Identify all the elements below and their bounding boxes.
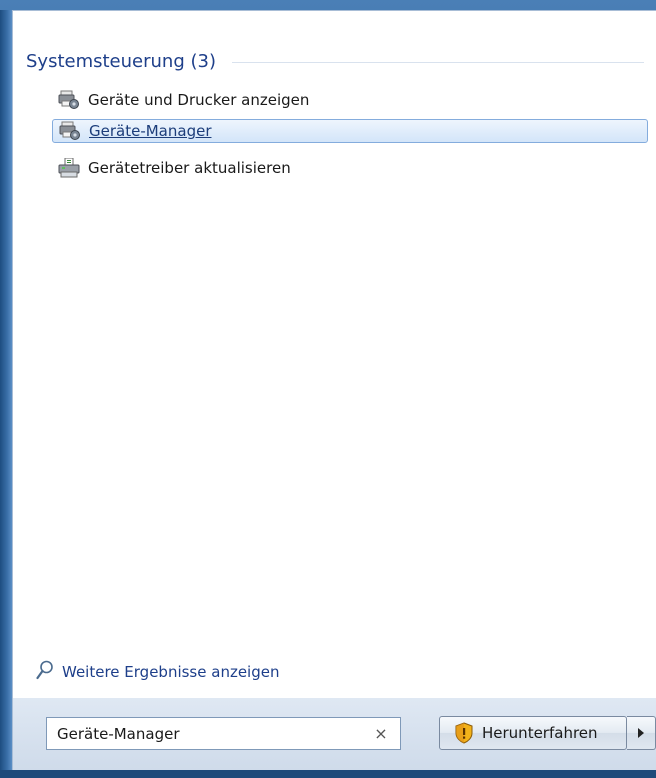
- arrow-right-icon: [637, 728, 645, 738]
- shutdown-button[interactable]: Herunterfahren: [439, 716, 627, 750]
- clear-icon[interactable]: ×: [366, 719, 396, 749]
- driver-update-icon: [58, 157, 80, 178]
- result-label: Geräte-Manager: [89, 122, 212, 140]
- shutdown-options-button[interactable]: [627, 716, 656, 750]
- search-input[interactable]: [47, 718, 366, 749]
- section-divider: [231, 61, 644, 63]
- search-box: ×: [46, 717, 401, 750]
- devices-printers-icon: [58, 90, 80, 110]
- section-title[interactable]: Systemsteuerung (3): [26, 51, 216, 72]
- result-item-devices-printers[interactable]: Geräte und Drucker anzeigen: [52, 88, 648, 112]
- uac-shield-icon: [454, 722, 474, 744]
- section-header: Systemsteuerung (3): [26, 48, 644, 74]
- more-results-label: Weitere Ergebnisse anzeigen: [62, 663, 280, 681]
- result-item-driver-update[interactable]: Gerätetreiber aktualisieren: [52, 156, 648, 180]
- search-results-panel: [12, 10, 656, 698]
- more-results-link[interactable]: Weitere Ergebnisse anzeigen: [36, 660, 279, 684]
- result-item-device-manager[interactable]: Geräte-Manager: [52, 119, 648, 143]
- device-manager-icon: [59, 121, 81, 141]
- result-label: Geräte und Drucker anzeigen: [88, 91, 310, 109]
- shutdown-label: Herunterfahren: [482, 724, 598, 742]
- start-menu-left-edge: [0, 10, 12, 770]
- search-icon: [36, 660, 54, 684]
- result-label: Gerätetreiber aktualisieren: [88, 159, 291, 177]
